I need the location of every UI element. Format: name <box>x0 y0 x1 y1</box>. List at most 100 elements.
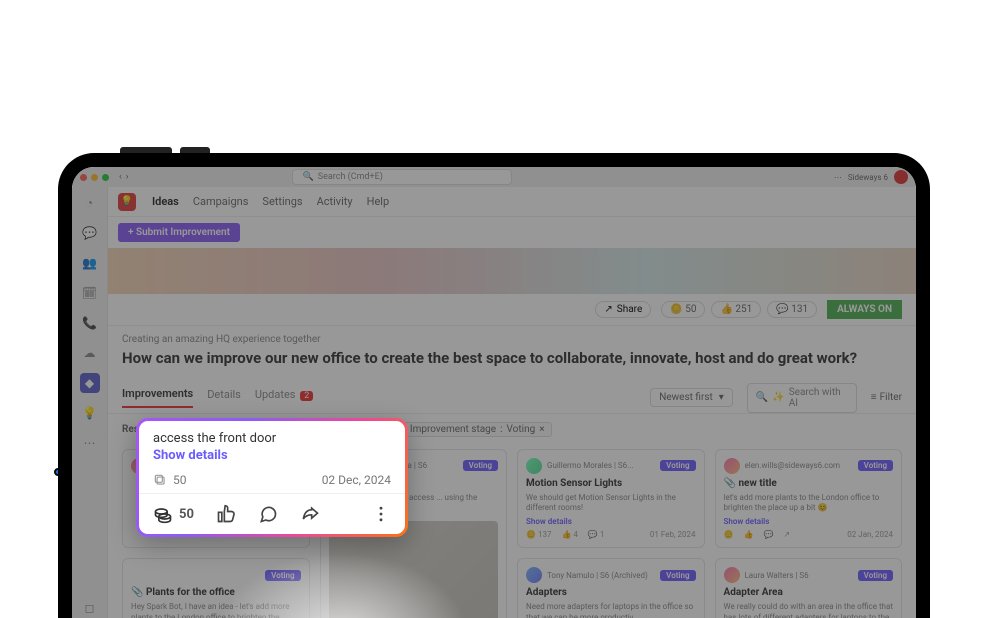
coins-pill[interactable]: 🪙 50 <box>661 301 705 318</box>
idea-card[interactable]: Laura Walters | S6 Voting Adapter Area W… <box>715 558 903 618</box>
coins-button[interactable]: 50 <box>153 504 194 524</box>
rail-app-icon[interactable]: ◆ <box>80 373 100 393</box>
ai-search-input[interactable]: 🔍 ✨ Search with AI <box>747 383 857 413</box>
share-button[interactable]: ↗ Share <box>595 301 651 318</box>
idea-card[interactable]: Voting 📎 Plants for the office Hey Spark… <box>122 558 310 618</box>
avatar <box>724 458 740 474</box>
app-tab-activity[interactable]: Activity <box>317 195 353 208</box>
window-traffic-lights <box>80 174 109 181</box>
app-tab-help[interactable]: Help <box>367 195 390 208</box>
status-badge: Voting <box>660 460 695 471</box>
global-search-placeholder: Search (Cmd+E) <box>318 172 383 182</box>
filter-label: Filter <box>880 392 902 403</box>
status-badge: Voting <box>858 460 893 471</box>
share-icon: ↗ <box>604 304 612 315</box>
maximize-window-icon[interactable] <box>102 174 109 181</box>
avatar <box>526 567 542 583</box>
like-icon[interactable]: 👍 4 <box>561 530 577 539</box>
attachment-icon: 📎 <box>724 478 736 489</box>
app-tab-campaigns[interactable]: Campaigns <box>193 195 249 208</box>
sort-dropdown[interactable]: Newest first ▾ <box>650 388 733 407</box>
app-logo-icon[interactable]: 💡 <box>118 193 136 211</box>
rail-teams-icon[interactable]: 👥 <box>80 253 100 273</box>
more-icon[interactable]: ⋯ <box>834 173 842 182</box>
share-icon[interactable]: ↗ <box>783 530 790 539</box>
page-title: How can we improve our new office to cre… <box>122 349 902 369</box>
card-author: Laura Walters | S6 <box>745 571 853 580</box>
app-topbar: 💡 Ideas Campaigns Settings Activity Help <box>108 187 916 217</box>
rail-calendar-icon[interactable]: 🗓 <box>80 283 100 303</box>
nav-forward-icon[interactable]: › <box>126 172 129 182</box>
share-button[interactable] <box>300 504 320 524</box>
card-actions: 🪙 137 👍 4 💬 1 <box>526 530 604 539</box>
rail-more-icon[interactable]: ⋯ <box>80 433 100 453</box>
popup-count: 50 <box>173 473 187 487</box>
campaign-meta-bar: ↗ Share 🪙 50 👍 251 💬 131 ALWAYS ON <box>108 294 916 326</box>
rail-activity-icon[interactable]: ◔ <box>80 193 100 213</box>
coins-icon[interactable]: 🪙 <box>724 530 734 539</box>
comments-value: 131 <box>791 304 808 315</box>
filter-chip-key: Improvement stage <box>410 424 496 435</box>
rail-chat-icon[interactable]: 💬 <box>80 223 100 243</box>
coins-icon[interactable]: 🪙 137 <box>526 530 551 539</box>
comments-pill[interactable]: 💬 131 <box>767 301 817 318</box>
hero-image <box>108 248 916 294</box>
filter-button[interactable]: ≡ Filter <box>871 392 902 403</box>
card-description: let's add more plants to the London offi… <box>724 493 894 514</box>
idea-card[interactable]: elen.wills@sideways6.com Voting 📎 new ti… <box>715 449 903 549</box>
screen: ‹ › 🔍 Search (Cmd+E) ⋯ Sideways 6 ◔ 💬 👥 … <box>72 167 916 618</box>
tab-improvements[interactable]: Improvements <box>122 387 193 408</box>
page-title-area: Creating an amazing HQ experience togeth… <box>108 326 916 377</box>
show-details-button[interactable]: Show details <box>153 448 391 463</box>
rail-calls-icon[interactable]: 📞 <box>80 313 100 333</box>
updates-count-badge: 2 <box>300 391 313 401</box>
submit-row: + Submit Improvement <box>108 217 916 248</box>
rail-lightbulb-icon[interactable]: 💡 <box>80 403 100 423</box>
close-window-icon[interactable] <box>80 174 87 181</box>
status-badge: Voting <box>265 570 300 581</box>
coins-count: 50 <box>179 507 194 522</box>
like-icon[interactable]: 👍 <box>743 530 753 539</box>
tab-updates[interactable]: Updates 2 <box>255 388 313 407</box>
search-icon: 🔍 <box>303 172 314 182</box>
chrome-right: ⋯ Sideways 6 <box>834 170 908 184</box>
card-title: 📎 Plants for the office <box>131 587 301 598</box>
coins-value: 50 <box>685 304 696 315</box>
remove-chip-icon[interactable]: × <box>539 424 544 435</box>
rail-files-icon[interactable]: ☁ <box>80 343 100 363</box>
card-date: 01 Feb, 2024 <box>650 530 696 539</box>
filter-chip[interactable]: Improvement stage: Voting × <box>403 422 552 437</box>
idea-card[interactable]: Guillermo Morales | S6... Voting Motion … <box>517 449 705 549</box>
show-details-link[interactable]: Show details <box>526 517 696 526</box>
app-tab-ideas[interactable]: Ideas <box>152 195 179 208</box>
rail-apps-icon[interactable]: ◻ <box>80 598 100 618</box>
tab-details[interactable]: Details <box>207 388 241 407</box>
global-search[interactable]: 🔍 Search (Cmd+E) <box>292 169 512 185</box>
show-details-link[interactable]: Show details <box>724 517 894 526</box>
idea-card[interactable]: Tony Namulo | S6 (Archived) Voting Adapt… <box>517 558 705 618</box>
submit-improvement-button[interactable]: + Submit Improvement <box>118 223 240 242</box>
attachment-icon: 📎 <box>131 587 143 598</box>
card-author: Guillermo Morales | S6... <box>547 461 655 470</box>
popup-actions: 50 <box>139 493 405 534</box>
more-options-button[interactable] <box>371 504 391 524</box>
app-tab-settings[interactable]: Settings <box>262 195 302 208</box>
card-title: Adapters <box>526 587 696 598</box>
comment-icon[interactable]: 💬 1 <box>588 530 604 539</box>
share-arrow-icon <box>300 504 320 524</box>
sparkle-icon: ✨ <box>772 392 784 403</box>
card-date: 02 Jan, 2024 <box>847 530 893 539</box>
comment-icon[interactable]: 💬 <box>763 530 773 539</box>
card-description: We should get Motion Sensor Lights in th… <box>526 493 696 514</box>
comment-icon <box>258 504 278 524</box>
comment-button[interactable] <box>258 504 278 524</box>
likes-pill[interactable]: 👍 251 <box>711 301 761 318</box>
user-avatar[interactable] <box>894 170 908 184</box>
like-button[interactable] <box>216 504 236 524</box>
copies-icon <box>153 473 167 487</box>
nav-back-icon[interactable]: ‹ <box>119 172 122 182</box>
card-title: Motion Sensor Lights <box>526 478 696 489</box>
tab-updates-label: Updates <box>255 388 296 401</box>
device-frame: ‹ › 🔍 Search (Cmd+E) ⋯ Sideways 6 ◔ 💬 👥 … <box>58 153 930 618</box>
minimize-window-icon[interactable] <box>91 174 98 181</box>
